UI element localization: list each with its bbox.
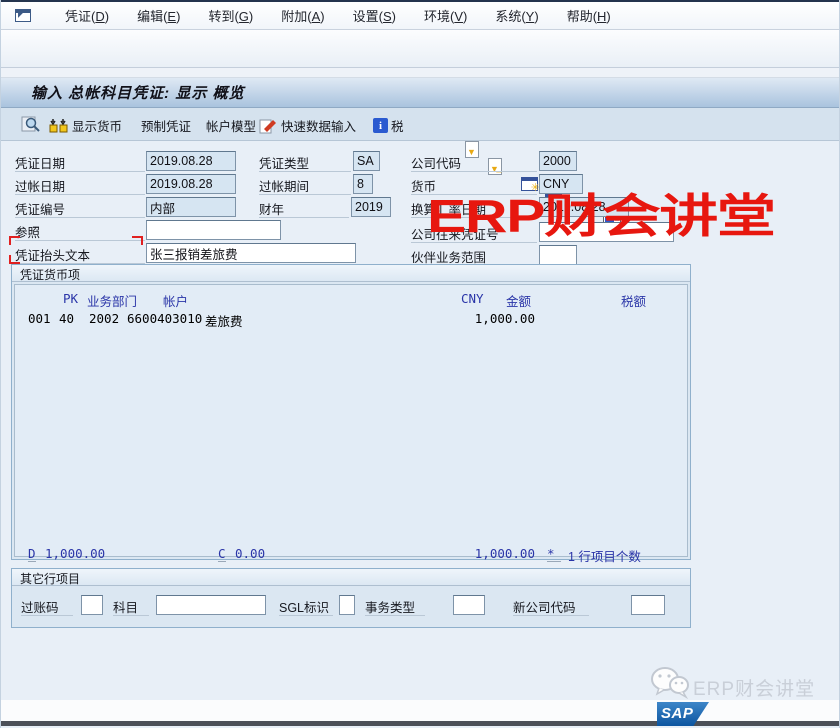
grand-total: 1,000.00	[425, 546, 535, 561]
table-row[interactable]: 001 40 2002 6600403010 差旅费 1,000.00	[15, 311, 687, 328]
account-model-button[interactable]: 帐户模型	[206, 116, 256, 135]
balance-indicator[interactable]: *	[547, 546, 561, 562]
menu-settings[interactable]: 设置(S)	[353, 6, 396, 25]
footer-strip	[1, 700, 840, 721]
screen-title-bar: 输入 总帐科目凭证: 显示 概览	[1, 78, 840, 108]
cell-account: 6600403010	[127, 311, 202, 326]
cell-line-number: 001	[28, 311, 51, 326]
credit-total: 0.00	[235, 546, 265, 561]
account-model-label: 帐户模型	[206, 116, 256, 135]
fiscal-year-field[interactable]	[351, 197, 391, 217]
partner-ba-field[interactable]	[539, 245, 577, 265]
cell-amount: 1,000.00	[425, 311, 535, 326]
doc-date-label: 凭证日期	[15, 153, 145, 172]
line-items-panel-title: 凭证货币项	[12, 265, 690, 282]
posting-key-field[interactable]	[81, 595, 103, 615]
column-header-tax: 税额	[621, 291, 646, 310]
menu-help[interactable]: 帮助(H)	[567, 6, 611, 25]
park-document-button[interactable]: 预制凭证	[141, 116, 191, 135]
tax-button[interactable]: i 税	[373, 116, 404, 135]
trans-type-field[interactable]	[453, 595, 485, 615]
overview-icon	[21, 116, 41, 133]
park-document-label: 预制凭证	[141, 116, 191, 135]
menu-edit[interactable]: 编辑(E)	[137, 6, 180, 25]
totals-row: D 1,000.00 C 0.00 1,000.00 * 1 行项目个数	[15, 546, 687, 564]
menu-system[interactable]: 系统(Y)	[495, 6, 538, 25]
account-label: 科目	[113, 597, 149, 616]
doc-type-label: 凭证类型	[259, 153, 351, 172]
line-items-grid[interactable]: PK 业务部门 帐户 CNY 金额 税额 001 40 2002 6600403…	[14, 284, 688, 557]
menu-goto[interactable]: 转到(G)	[208, 6, 253, 25]
menu-extras[interactable]: 附加(A)	[281, 6, 324, 25]
line-items-panel: 凭证货币项 PK 业务部门 帐户 CNY 金额 税额 001 40 2002 6…	[11, 264, 691, 560]
cell-pk: 40	[59, 311, 74, 326]
posting-period-field[interactable]	[353, 174, 373, 194]
other-items-panel-title: 其它行项目	[12, 569, 690, 586]
cell-business-area: 2002	[89, 311, 119, 326]
credit-indicator[interactable]: C	[218, 546, 226, 562]
reference-label: 参照	[15, 222, 145, 241]
application-toolbar: 显示货币 预制凭证 帐户模型 快速数据输入 i 税	[1, 108, 840, 141]
header-text-label: 凭证抬头文本	[15, 245, 145, 264]
trans-type-label: 事务类型	[365, 597, 425, 616]
page-title: 输入 总帐科目凭证: 显示 概览	[31, 82, 245, 103]
tax-label: 税	[391, 116, 404, 135]
doc-type-field[interactable]	[353, 151, 380, 171]
reference-field[interactable]	[146, 220, 281, 240]
cell-account-text: 差旅费	[205, 311, 243, 330]
display-currency-button[interactable]: 显示货币	[49, 116, 122, 135]
footer-dark-line	[1, 721, 840, 726]
wechat-icon	[649, 666, 691, 705]
account-field[interactable]	[156, 595, 266, 615]
column-header-amount: 金额	[506, 291, 531, 310]
sgl-indicator-label: SGL标识	[279, 597, 333, 616]
system-menu-icon[interactable]	[15, 9, 31, 22]
display-currency-icon	[49, 118, 69, 133]
company-code-field[interactable]	[539, 151, 577, 171]
posting-date-field[interactable]	[146, 174, 236, 194]
menu-bar: 凭证(D) 编辑(E) 转到(G) 附加(A) 设置(S) 环境(V) 系统(Y…	[1, 2, 840, 30]
menu-environment[interactable]: 环境(V)	[424, 6, 467, 25]
display-currency-label: 显示货币	[72, 116, 122, 135]
doc-date-field[interactable]	[146, 151, 236, 171]
debit-indicator[interactable]: D	[28, 546, 36, 562]
column-header-account: 帐户	[163, 291, 188, 310]
column-header-pk: PK	[63, 291, 78, 306]
menu-document[interactable]: 凭证(D)	[65, 6, 109, 25]
column-header-currency: CNY	[461, 291, 484, 306]
doc-number-field[interactable]	[146, 197, 236, 217]
toolbar-gap-band	[1, 68, 840, 78]
fast-data-entry-label: 快速数据输入	[281, 116, 356, 135]
posting-key-label: 过账码	[21, 597, 73, 616]
header-text-field[interactable]	[146, 243, 356, 263]
posting-period-label: 过帐期间	[259, 176, 351, 195]
doc-number-label: 凭证编号	[15, 199, 145, 218]
tax-info-icon: i	[373, 118, 388, 133]
watermark-overlay: ERP财会讲堂	[427, 180, 775, 246]
debit-total: 1,000.00	[45, 546, 105, 561]
column-header-business-area: 业务部门	[87, 291, 137, 310]
posting-date-label: 过帐日期	[15, 176, 145, 195]
standard-toolbar: ✓ ▼ ◄ ▲ ✕ + ▲̲ ▲ ▼ ▼̲ ✳ ↗ ?	[1, 30, 840, 68]
footer-watermark-text: ERP财会讲堂	[693, 674, 815, 701]
company-code-label: 公司代码	[411, 153, 537, 172]
overview-button[interactable]	[21, 116, 41, 133]
sap-gui-window: 凭证(D) 编辑(E) 转到(G) 附加(A) 设置(S) 环境(V) 系统(Y…	[0, 0, 840, 728]
fiscal-year-label: 财年	[259, 199, 349, 218]
new-company-code-label: 新公司代码	[513, 597, 589, 616]
sgl-indicator-field[interactable]	[339, 595, 355, 615]
fast-data-entry-icon	[259, 118, 278, 134]
fast-data-entry-button[interactable]: 快速数据输入	[259, 116, 356, 135]
items-count: 1 行项目个数	[568, 546, 641, 565]
new-company-code-field[interactable]	[631, 595, 665, 615]
